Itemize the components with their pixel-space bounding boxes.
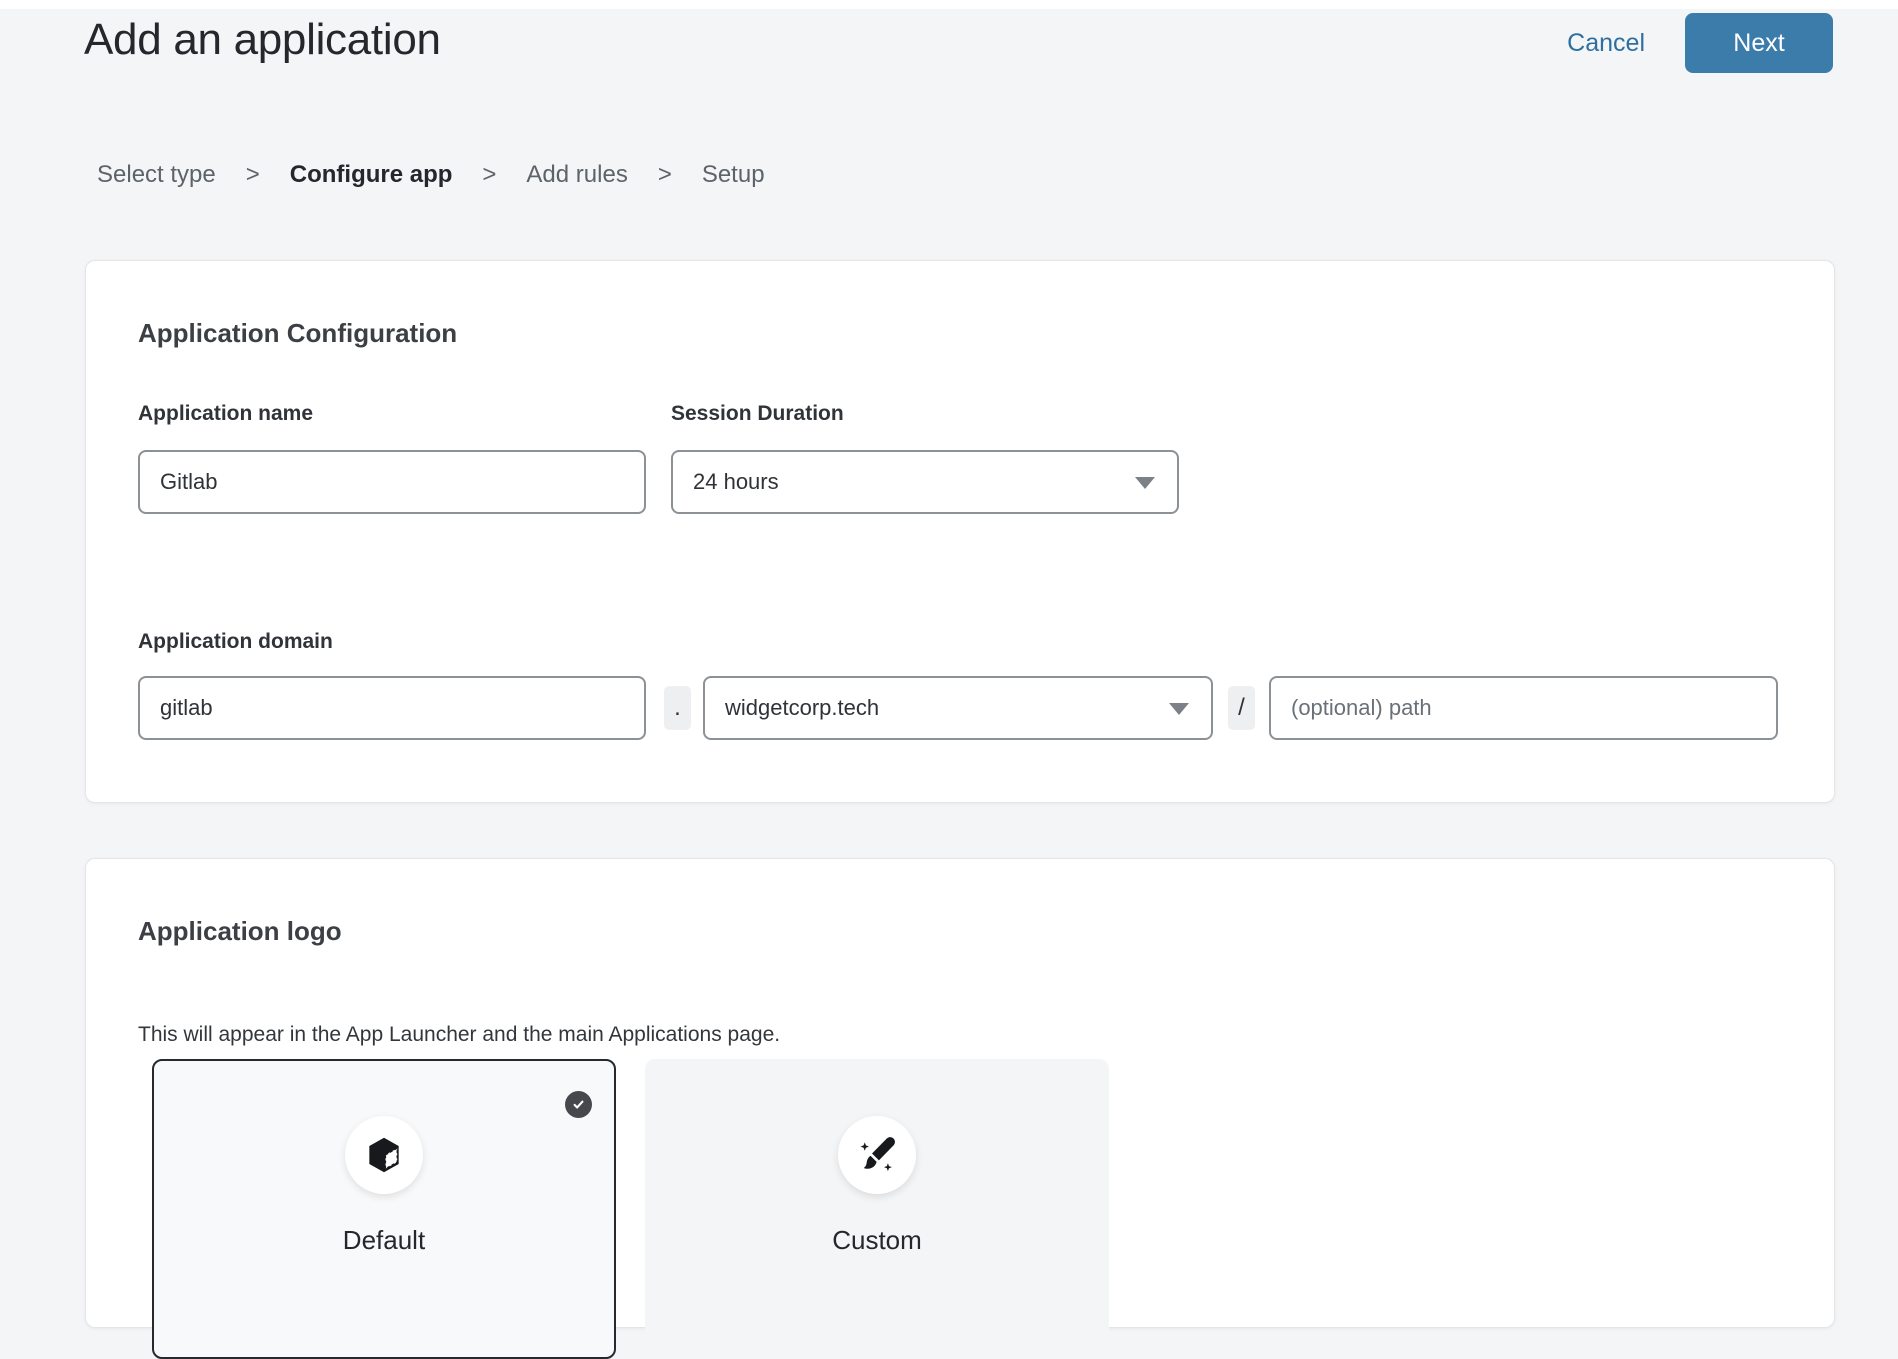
path-input[interactable] [1269, 676, 1778, 740]
application-logo-heading: Application logo [138, 915, 342, 947]
paintbrush-icon [854, 1132, 900, 1178]
application-logo-card: Application logo This will appear in the… [85, 858, 1835, 1328]
breadcrumb-step-add-rules[interactable]: Add rules [526, 160, 627, 190]
chevron-down-icon [1169, 703, 1189, 715]
page-title: Add an application [84, 12, 441, 68]
domain-select[interactable]: widgetcorp.tech [703, 676, 1213, 740]
check-icon [570, 1096, 587, 1113]
session-duration-select[interactable]: 24 hours [671, 450, 1179, 514]
breadcrumb-step-select-type[interactable]: Select type [97, 160, 216, 190]
cube-icon [362, 1133, 406, 1177]
logo-option-label: Default [154, 1225, 614, 1256]
application-configuration-card: Application Configuration Application na… [85, 260, 1835, 803]
dot-separator: . [664, 686, 691, 730]
chevron-down-icon [1135, 477, 1155, 489]
logo-option-custom[interactable]: Custom [645, 1059, 1109, 1359]
selected-check-badge [565, 1091, 592, 1118]
top-nav-edge [0, 0, 1898, 9]
application-name-label: Application name [138, 401, 313, 427]
default-logo-circle [345, 1116, 423, 1194]
application-name-input[interactable] [138, 450, 646, 514]
cancel-button[interactable]: Cancel [1567, 29, 1645, 58]
application-logo-description: This will appear in the App Launcher and… [138, 1022, 780, 1048]
application-configuration-heading: Application Configuration [138, 317, 457, 349]
breadcrumb-step-configure-app[interactable]: Configure app [290, 160, 453, 190]
slash-separator: / [1228, 686, 1255, 730]
next-button[interactable]: Next [1685, 13, 1833, 73]
breadcrumb-step-setup[interactable]: Setup [702, 160, 765, 190]
session-duration-label: Session Duration [671, 401, 844, 427]
breadcrumb: Select type > Configure app > Add rules … [97, 160, 765, 190]
logo-option-label: Custom [647, 1225, 1107, 1256]
subdomain-input[interactable] [138, 676, 646, 740]
domain-select-value: widgetcorp.tech [725, 695, 879, 721]
breadcrumb-separator: > [482, 160, 496, 190]
breadcrumb-separator: > [246, 160, 260, 190]
logo-option-default[interactable]: Default [152, 1059, 616, 1359]
application-domain-label: Application domain [138, 629, 333, 655]
breadcrumb-separator: > [658, 160, 672, 190]
header-actions: Cancel Next [1567, 13, 1833, 73]
custom-logo-circle [838, 1116, 916, 1194]
session-duration-value: 24 hours [693, 469, 779, 495]
